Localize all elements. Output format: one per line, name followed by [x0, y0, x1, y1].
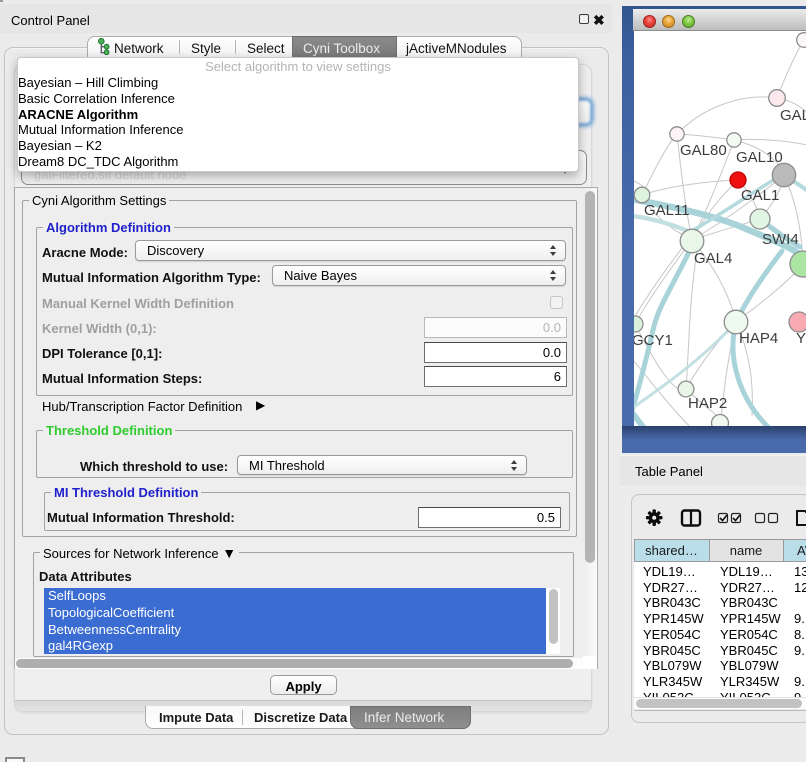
svg-text:GCY1: GCY1	[634, 332, 673, 349]
svg-text:GAL11: GAL11	[644, 202, 690, 219]
svg-text:GAL4: GAL4	[694, 250, 732, 267]
svg-text:SWI4: SWI4	[762, 231, 799, 248]
svg-text:GAL1: GAL1	[741, 187, 779, 204]
svg-text:GAL10: GAL10	[736, 149, 783, 166]
svg-text:GAL2: GAL2	[780, 107, 806, 124]
svg-text:Y: Y	[796, 330, 806, 347]
svg-text:HAP4: HAP4	[739, 330, 778, 347]
svg-text:GAL80: GAL80	[680, 142, 727, 159]
svg-text:HAP2: HAP2	[688, 395, 727, 412]
